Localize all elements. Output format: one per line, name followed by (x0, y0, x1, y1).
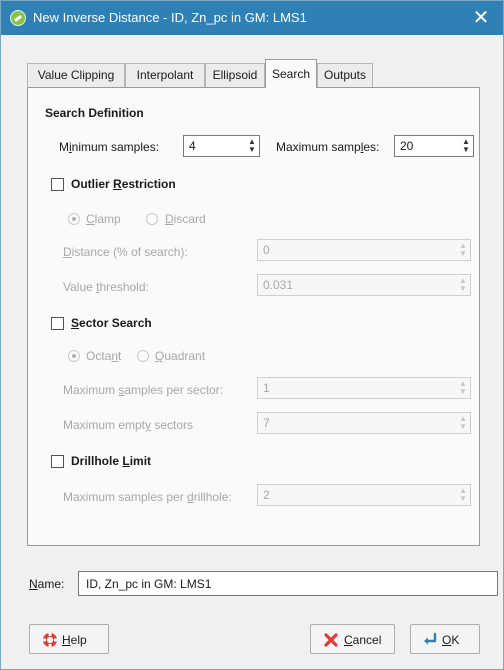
spin-arrows-icon[interactable]: ▲ ▼ (458, 415, 468, 431)
dialog-window: New Inverse Distance - ID, Zn_pc in GM: … (0, 0, 504, 670)
distance-label: Distance (% of search): (63, 245, 188, 259)
distance-spinbox[interactable]: 0 ▲ ▼ (257, 239, 471, 261)
spin-arrows-icon[interactable]: ▲ ▼ (458, 277, 468, 293)
quadrant-radio[interactable] (137, 350, 149, 362)
outlier-restriction-checkbox[interactable] (51, 178, 64, 191)
tab-outputs[interactable]: Outputs (317, 63, 373, 87)
spin-arrows-icon[interactable]: ▲ ▼ (247, 138, 257, 154)
title-bar: New Inverse Distance - ID, Zn_pc in GM: … (1, 1, 503, 35)
maximum-samples-label: Maximum samples: (276, 140, 380, 154)
value-threshold-spinbox[interactable]: 0.031 ▲ ▼ (257, 274, 471, 296)
minimum-samples-label: Minimum samples: (59, 140, 160, 154)
leapfrog-icon (10, 10, 26, 26)
outlier-restriction-label: Outlier Restriction (71, 177, 176, 191)
tab-value-clipping[interactable]: Value Clipping (27, 63, 125, 87)
discard-radio[interactable] (146, 213, 158, 225)
ok-enter-arrow-icon (424, 632, 437, 645)
octant-radio[interactable] (68, 350, 80, 362)
drillhole-limit-label: Drillhole Limit (71, 454, 152, 468)
cancel-button[interactable]: Cancel (310, 624, 395, 654)
close-button[interactable]: ✕ (469, 6, 493, 30)
name-input[interactable]: ID, Zn_pc in GM: LMS1 (78, 571, 498, 596)
max-samples-per-sector-spinbox[interactable]: 1 ▲ ▼ (257, 377, 471, 399)
ok-button-label: OK (442, 633, 460, 647)
max-samples-per-drillhole-label: Maximum samples per drillhole: (63, 490, 232, 504)
minimum-samples-spinbox[interactable]: 4 ▲ ▼ (183, 135, 260, 157)
ok-button[interactable]: OK (410, 624, 480, 654)
help-lifebuoy-icon (43, 633, 57, 647)
spin-arrows-icon[interactable]: ▲ ▼ (458, 242, 468, 258)
name-label: Name: (29, 577, 65, 591)
drillhole-limit-checkbox[interactable] (51, 455, 64, 468)
quadrant-label: Quadrant (155, 349, 206, 363)
window-title: New Inverse Distance - ID, Zn_pc in GM: … (33, 10, 307, 25)
maximum-samples-spinbox[interactable]: 20 ▲ ▼ (394, 135, 474, 157)
tab-ellipsoid[interactable]: Ellipsoid (205, 63, 265, 87)
spin-arrows-icon[interactable]: ▲ ▼ (458, 380, 468, 396)
cancel-x-icon (324, 633, 338, 647)
search-definition-heading: Search Definition (45, 106, 144, 120)
max-empty-sectors-spinbox[interactable]: 7 ▲ ▼ (257, 412, 471, 434)
help-button-label: Help (62, 633, 87, 647)
help-button[interactable]: Help (29, 624, 109, 654)
tab-search[interactable]: Search (265, 59, 317, 88)
search-panel: Search Definition Minimum samples: 4 ▲ ▼ … (27, 87, 480, 546)
value-threshold-label: Value threshold: (63, 280, 149, 294)
max-empty-sectors-label: Maximum empty sectors (63, 418, 194, 432)
octant-label: Octant (86, 349, 122, 363)
clamp-radio[interactable] (68, 213, 80, 225)
sector-search-label: Sector Search (71, 316, 152, 330)
tab-interpolant[interactable]: Interpolant (125, 63, 205, 87)
max-samples-per-sector-label: Maximum samples per sector: (63, 383, 224, 397)
cancel-button-label: Cancel (344, 633, 382, 647)
clamp-label: Clamp (86, 212, 121, 226)
spin-arrows-icon[interactable]: ▲ ▼ (461, 138, 471, 154)
spin-arrows-icon[interactable]: ▲ ▼ (458, 487, 468, 503)
max-samples-per-drillhole-spinbox[interactable]: 2 ▲ ▼ (257, 484, 471, 506)
discard-label: Discard (165, 212, 206, 226)
sector-search-checkbox[interactable] (51, 317, 64, 330)
